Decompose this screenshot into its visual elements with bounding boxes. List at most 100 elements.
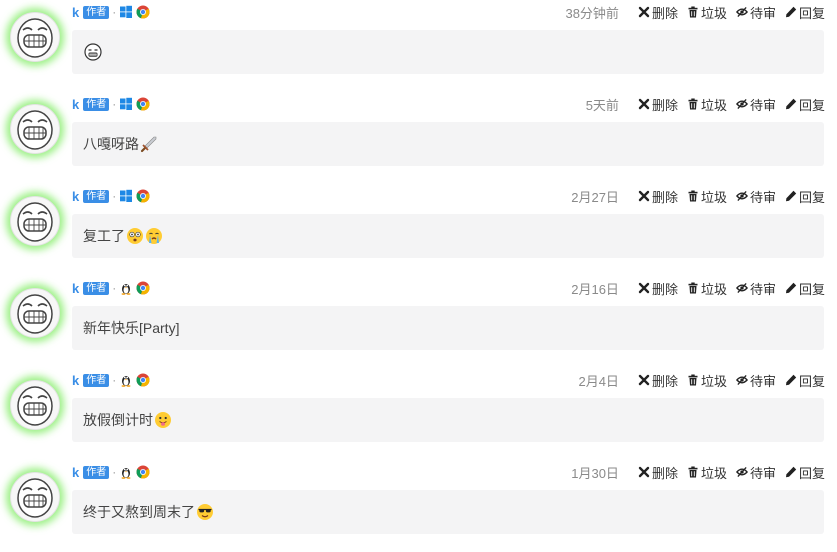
comment-bubble: 放假倒计时 [72, 398, 824, 442]
comment-text: 放假倒计时 [83, 412, 153, 428]
separator-dot: · [112, 281, 117, 295]
action-label: 待审 [749, 465, 776, 481]
separator-dot: · [112, 5, 117, 19]
chrome-icon [136, 281, 150, 295]
pending-button[interactable]: 待审 [735, 463, 776, 482]
comment-actions: 2月27日 删除 垃圾 待审 回复 [571, 186, 825, 206]
trash-icon [687, 374, 699, 386]
close-icon [638, 374, 650, 386]
separator-dot: · [112, 373, 117, 387]
author-name[interactable]: k [72, 5, 79, 20]
comment-bubble: 新年快乐[Party] [72, 306, 824, 350]
action-label: 垃圾 [700, 281, 727, 297]
comment-meta: k 作者 · [72, 278, 153, 298]
close-icon [638, 282, 650, 294]
delete-button[interactable]: 删除 [638, 463, 678, 482]
action-label: 删除 [651, 373, 678, 389]
sword-emoji [140, 135, 158, 153]
trash-button[interactable]: 垃圾 [687, 3, 727, 22]
action-label: 删除 [651, 281, 678, 297]
avatar[interactable] [10, 288, 60, 338]
delete-button[interactable]: 删除 [638, 187, 678, 206]
author-badge: 作者 [83, 281, 110, 295]
author-badge: 作者 [83, 373, 110, 387]
eye-slash-icon [735, 98, 748, 110]
comment-time: 38分钟前 [565, 5, 619, 21]
comment-bubble: 复工了 [72, 214, 824, 258]
reply-button[interactable]: 回复 [785, 279, 825, 298]
avatar[interactable] [10, 380, 60, 430]
action-label: 垃圾 [700, 189, 727, 205]
comment-time: 2月27日 [571, 189, 619, 205]
delete-button[interactable]: 删除 [638, 3, 678, 22]
comment-item: k 作者 · 2月16日 删除 垃圾 待审 回复新年快乐[Party] [0, 276, 837, 368]
avatar[interactable] [10, 12, 60, 62]
trash-icon [687, 466, 699, 478]
comment-item: k 作者 · 2月4日 删除 垃圾 待审 回复 放假倒计时 [0, 368, 837, 460]
dizzy-face-emoji [126, 227, 144, 245]
pencil-icon [785, 466, 797, 478]
pending-button[interactable]: 待审 [735, 187, 776, 206]
trash-icon [687, 98, 699, 110]
eye-slash-icon [735, 282, 748, 294]
avatar[interactable] [10, 196, 60, 246]
sunglasses-emoji [196, 503, 214, 521]
delete-button[interactable]: 删除 [638, 95, 678, 114]
reply-button[interactable]: 回复 [785, 463, 825, 482]
pending-button[interactable]: 待审 [735, 95, 776, 114]
separator-dot: · [112, 465, 117, 479]
close-icon [638, 6, 650, 18]
comment-actions: 2月4日 删除 垃圾 待审 回复 [578, 370, 825, 390]
chrome-icon [136, 97, 150, 111]
action-label: 待审 [749, 5, 776, 21]
eye-slash-icon [735, 6, 748, 18]
action-label: 垃圾 [700, 465, 727, 481]
trash-button[interactable]: 垃圾 [687, 279, 727, 298]
avatar[interactable] [10, 472, 60, 522]
action-label: 回复 [798, 5, 825, 21]
author-name[interactable]: k [72, 465, 79, 480]
pending-button[interactable]: 待审 [735, 371, 776, 390]
delete-button[interactable]: 删除 [638, 371, 678, 390]
action-label: 回复 [798, 97, 825, 113]
pending-button[interactable]: 待审 [735, 279, 776, 298]
action-label: 回复 [798, 465, 825, 481]
trash-button[interactable]: 垃圾 [687, 463, 727, 482]
author-name[interactable]: k [72, 189, 79, 204]
linux-icon [119, 465, 133, 479]
action-label: 垃圾 [700, 373, 727, 389]
comment-bubble: 八嘎呀路 [72, 122, 824, 166]
chrome-icon [136, 465, 150, 479]
reply-button[interactable]: 回复 [785, 371, 825, 390]
action-label: 待审 [749, 281, 776, 297]
trash-button[interactable]: 垃圾 [687, 371, 727, 390]
trash-icon [687, 190, 699, 202]
chrome-icon [136, 5, 150, 19]
crying-emoji [145, 227, 163, 245]
action-label: 垃圾 [700, 5, 727, 21]
eye-slash-icon [735, 374, 748, 386]
action-label: 删除 [651, 97, 678, 113]
reply-button[interactable]: 回复 [785, 187, 825, 206]
pending-button[interactable]: 待审 [735, 3, 776, 22]
action-label: 回复 [798, 281, 825, 297]
comment-meta: k 作者 · [72, 186, 153, 206]
avatar[interactable] [10, 104, 60, 154]
action-label: 待审 [749, 373, 776, 389]
comment-time: 2月16日 [571, 281, 619, 297]
reply-button[interactable]: 回复 [785, 3, 825, 22]
author-name[interactable]: k [72, 281, 79, 296]
trash-button[interactable]: 垃圾 [687, 187, 727, 206]
author-name[interactable]: k [72, 97, 79, 112]
author-name[interactable]: k [72, 373, 79, 388]
windows-icon [119, 97, 133, 111]
grimace-emoji [84, 43, 102, 61]
trash-button[interactable]: 垃圾 [687, 95, 727, 114]
reply-button[interactable]: 回复 [785, 95, 825, 114]
trash-icon [687, 282, 699, 294]
windows-icon [119, 189, 133, 203]
windows-icon [119, 5, 133, 19]
close-icon [638, 466, 650, 478]
delete-button[interactable]: 删除 [638, 279, 678, 298]
comment-text: 复工了 [83, 228, 125, 244]
